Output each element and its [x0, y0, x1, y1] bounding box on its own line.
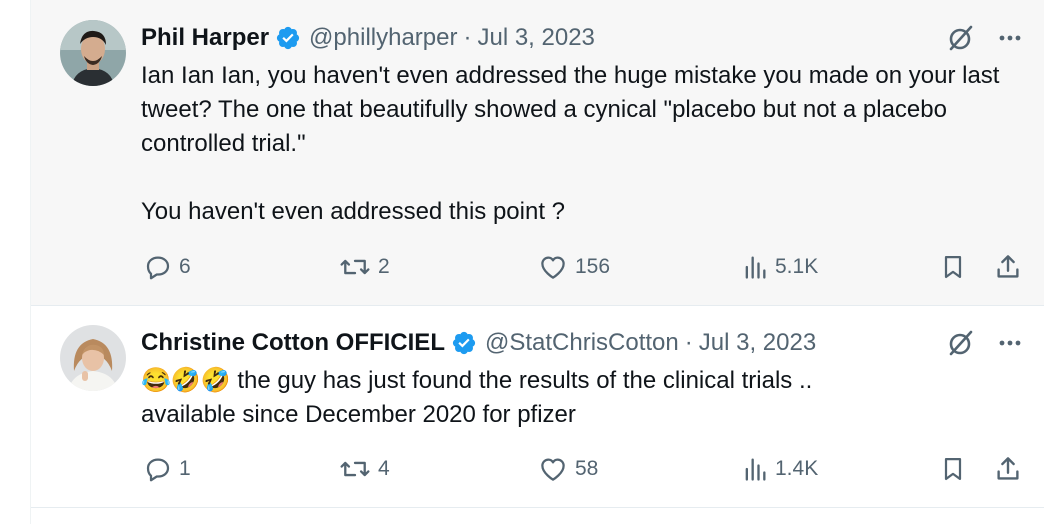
like-icon [541, 256, 565, 279]
views-icon [745, 256, 766, 279]
separator: · [463, 24, 472, 51]
repost-icon [340, 461, 370, 477]
views-button[interactable]: 1.4K [741, 449, 818, 489]
repost-button[interactable]: 4 [338, 449, 390, 489]
avatar[interactable] [60, 20, 126, 86]
timeline: Phil Harper @phillyharper · Jul 3, 2023 … [0, 0, 1044, 524]
bookmark-button[interactable] [939, 449, 967, 489]
share-icon [997, 457, 1019, 480]
bookmark-icon [944, 457, 962, 481]
like-button[interactable]: 58 [537, 449, 598, 489]
bookmark-button[interactable] [939, 247, 967, 287]
tweet-date[interactable]: Jul 3, 2023 [699, 329, 816, 357]
verified-badge-icon[interactable] [275, 25, 301, 51]
tweet-actions: 6 2 156 5.1K [141, 247, 1044, 287]
tweet-header: Christine Cotton OFFICIEL @StatChrisCott… [141, 325, 1024, 361]
repost-button[interactable]: 2 [338, 247, 390, 287]
author-handle[interactable]: @StatChrisCotton [485, 329, 679, 357]
grok-icon[interactable] [946, 328, 976, 358]
share-icon [997, 255, 1019, 278]
view-count: 1.4K [775, 457, 819, 480]
share-button[interactable] [993, 247, 1023, 287]
tweet-divider [31, 507, 1044, 508]
more-icon[interactable] [996, 24, 1024, 52]
separator: · [684, 329, 693, 356]
reply-count: 6 [179, 255, 191, 278]
reply-button[interactable]: 1 [143, 449, 191, 489]
repost-count: 2 [378, 255, 390, 278]
tweet-header: Phil Harper @phillyharper · Jul 3, 2023 [141, 20, 1024, 56]
views-icon [745, 458, 766, 481]
author-name[interactable]: Christine Cotton OFFICIEL [141, 329, 445, 357]
reply-icon [146, 458, 170, 482]
like-icon [541, 458, 565, 481]
repost-icon [340, 259, 370, 275]
like-count: 58 [575, 457, 599, 480]
avatar[interactable] [60, 325, 126, 391]
tweet-text: 😂🤣🤣 the guy has just found the results o… [141, 367, 813, 428]
tweet-actions: 1 4 58 1.4K [141, 449, 1044, 489]
reply-icon [146, 256, 170, 280]
tweet-date[interactable]: Jul 3, 2023 [477, 24, 594, 52]
author-name[interactable]: Phil Harper [141, 24, 269, 52]
like-count: 156 [575, 255, 611, 278]
tweet[interactable]: Christine Cotton OFFICIEL @StatChrisCott… [31, 306, 1044, 507]
view-count: 5.1K [775, 255, 819, 278]
tweet[interactable]: Phil Harper @phillyharper · Jul 3, 2023 … [31, 0, 1044, 305]
views-button[interactable]: 5.1K [741, 247, 818, 287]
repost-count: 4 [378, 457, 390, 480]
share-button[interactable] [993, 449, 1023, 489]
author-handle[interactable]: @phillyharper [309, 24, 457, 52]
reply-button[interactable]: 6 [143, 247, 191, 287]
more-icon[interactable] [996, 329, 1024, 357]
grok-icon[interactable] [946, 23, 976, 53]
tweet-text: Ian Ian Ian, you haven't even addressed … [141, 62, 1000, 225]
verified-badge-icon[interactable] [451, 330, 477, 356]
like-button[interactable]: 156 [537, 247, 610, 287]
reply-count: 1 [179, 457, 191, 480]
bookmark-icon [944, 255, 962, 279]
